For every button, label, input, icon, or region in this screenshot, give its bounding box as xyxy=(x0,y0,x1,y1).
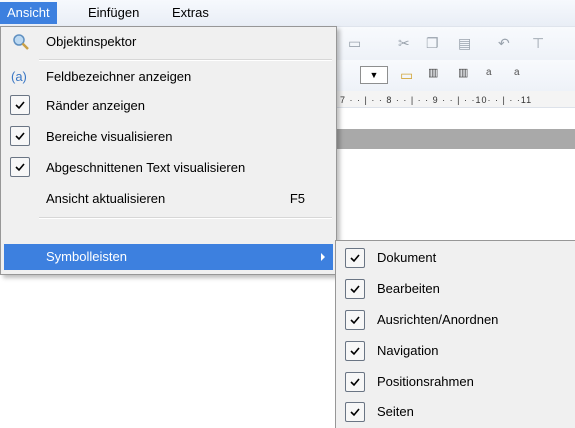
menu-item-symbolleisten[interactable]: Symbolleisten xyxy=(4,244,333,270)
menu-item-bereiche[interactable]: Bereiche visualisieren xyxy=(4,124,333,150)
text-abc-icon[interactable]: a xyxy=(486,67,492,78)
paste-icon[interactable]: ▤ xyxy=(458,35,471,52)
submenu-item-dokument[interactable]: Dokument xyxy=(339,243,575,273)
text-rotated-icon[interactable]: a xyxy=(514,67,520,78)
menu-extras[interactable]: Extras xyxy=(165,2,216,24)
menu-item-label: Bereiche visualisieren xyxy=(46,129,173,144)
submenu-item-positionsrahmen[interactable]: Positionsrahmen xyxy=(339,367,575,397)
checkmark-icon xyxy=(345,248,365,268)
menu-item-raender[interactable]: Ränder anzeigen xyxy=(4,93,333,119)
align-icon[interactable]: ⊤ xyxy=(532,35,544,52)
ansicht-dropdown-menu: Objektinspektor (a) Feldbezeichner anzei… xyxy=(0,26,337,275)
menu-bar: Ansicht Einfügen Extras xyxy=(0,0,575,27)
copy-icon[interactable]: ❐ xyxy=(426,35,439,52)
menu-item-label: Abgeschnittenen Text visualisieren xyxy=(46,160,246,175)
checkmark-icon xyxy=(345,372,365,392)
barcode-id-icon[interactable]: ▥ xyxy=(428,66,438,79)
symbolleisten-submenu: Dokument Bearbeiten Ausrichten/Anordnen … xyxy=(335,240,575,428)
shortcut-label: F5 xyxy=(289,191,305,206)
menu-item-objektinspektor[interactable]: Objektinspektor xyxy=(4,29,333,55)
menu-item-label: Objektinspektor xyxy=(46,34,137,49)
menu-item-label: Feldbezeichner anzeigen xyxy=(46,69,192,84)
menu-item-label: Symbolleisten xyxy=(46,249,127,264)
submenu-item-label: Navigation xyxy=(377,343,439,358)
checkmark-icon xyxy=(10,126,30,146)
barcode-left-icon[interactable]: ▥ xyxy=(458,66,468,79)
ruler-scale: 7 · · | · · 8 · · | · · 9 · · | · ·10· ·… xyxy=(340,95,533,105)
menu-einfuegen[interactable]: Einfügen xyxy=(81,2,146,24)
object-inspector-icon xyxy=(12,33,30,51)
menu-ansicht[interactable]: Ansicht xyxy=(0,2,57,24)
menu-item-aktualisieren[interactable]: Ansicht aktualisieren F5 xyxy=(4,186,333,212)
font-combo-dropdown[interactable]: ▼ xyxy=(360,66,388,84)
undo-icon[interactable]: ↶ xyxy=(498,35,510,52)
section-band xyxy=(330,129,575,149)
paste-special-icon[interactable]: ▭ xyxy=(348,35,361,52)
menu-item-label: Ansicht aktualisieren xyxy=(46,191,166,206)
cut-icon[interactable]: ✂ xyxy=(398,35,410,52)
submenu-item-label: Seiten xyxy=(377,404,414,419)
submenu-item-ausrichten[interactable]: Ausrichten/Anordnen xyxy=(339,305,575,335)
submenu-item-label: Bearbeiten xyxy=(377,281,440,296)
submenu-arrow-icon xyxy=(321,253,325,261)
checkmark-icon xyxy=(10,157,30,177)
checkmark-icon xyxy=(345,279,365,299)
submenu-item-bearbeiten[interactable]: Bearbeiten xyxy=(339,274,575,304)
checkmark-icon xyxy=(345,341,365,361)
checkmark-icon xyxy=(345,402,365,422)
field-label-icon: (a) xyxy=(11,69,27,84)
submenu-item-label: Ausrichten/Anordnen xyxy=(377,312,499,327)
menu-item-feldbezeichner[interactable]: (a) Feldbezeichner anzeigen xyxy=(4,64,333,90)
menu-item-label: Ränder anzeigen xyxy=(46,98,146,113)
submenu-item-label: Dokument xyxy=(377,250,437,265)
submenu-item-label: Positionsrahmen xyxy=(377,374,474,389)
field-icon[interactable]: ▭ xyxy=(400,67,413,84)
menu-separator xyxy=(39,59,332,61)
submenu-item-navigation[interactable]: Navigation xyxy=(339,336,575,366)
menu-separator xyxy=(39,217,332,219)
submenu-item-seiten[interactable]: Seiten xyxy=(339,397,575,427)
checkmark-icon xyxy=(345,310,365,330)
menu-item-abgeschnitten[interactable]: Abgeschnittenen Text visualisieren xyxy=(4,155,333,181)
checkmark-icon xyxy=(10,95,30,115)
